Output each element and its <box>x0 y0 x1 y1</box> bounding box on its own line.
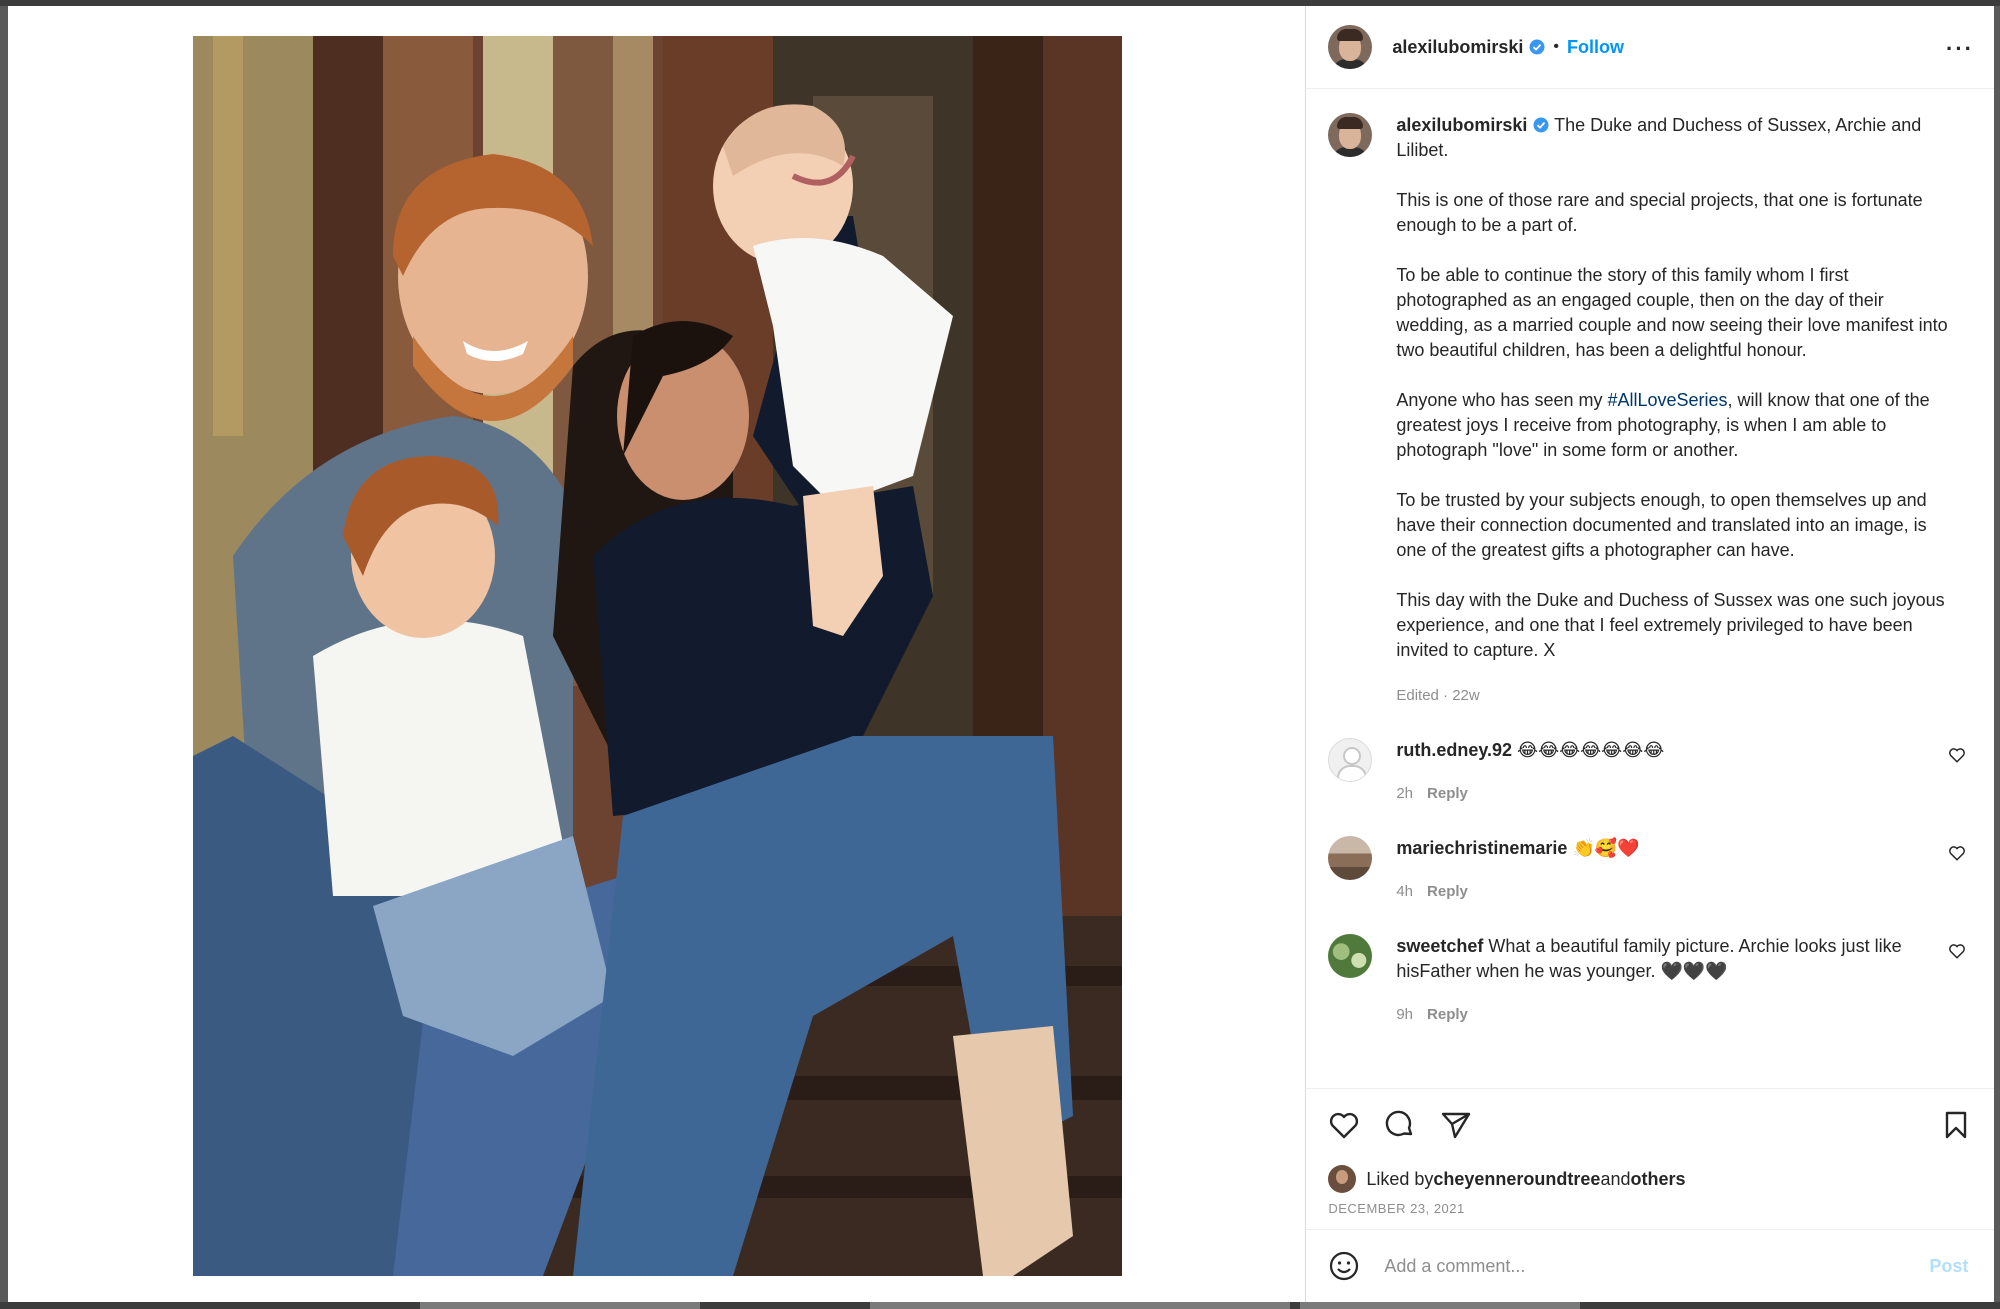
likes-and: and <box>1600 1168 1631 1189</box>
backdrop-thumbnail <box>420 1302 700 1309</box>
post-date: DECEMBER 23, 2021 <box>1328 1201 1465 1216</box>
post-photo[interactable] <box>193 36 1122 1276</box>
comment-time: 2h <box>1396 785 1414 802</box>
verified-badge-icon <box>1529 39 1545 55</box>
caption-paragraph: Anyone who has seen my #AllLoveSeries, w… <box>1396 388 1956 463</box>
likes-summary: Liked by cheyenneroundtree and others <box>1306 1161 1994 1193</box>
comment-body: sweetchef What a beautiful family pictur… <box>1396 934 1936 1027</box>
commenter-avatar[interactable] <box>1328 738 1373 782</box>
comment-username[interactable]: ruth.edney.92 <box>1396 740 1512 760</box>
separator-dot: • <box>1553 38 1560 55</box>
backdrop-thumbnail <box>870 1302 1290 1309</box>
post-header: alexilubomirski • Follow ··· <box>1306 6 1994 89</box>
comment-time: 9h <box>1396 1006 1414 1023</box>
post-modal: alexilubomirski • Follow ··· alexilubomi… <box>8 6 1995 1302</box>
comment-item: ruth.edney.92 😂😂😂😂😂😂😂 2h Reply <box>1328 738 1972 806</box>
author-username[interactable]: alexilubomirski <box>1392 37 1523 58</box>
comment-input[interactable] <box>1382 1254 1907 1278</box>
media-pane <box>8 6 1306 1302</box>
comment-like-heart-icon[interactable] <box>1948 844 1966 862</box>
comment-body: ruth.edney.92 😂😂😂😂😂😂😂 2h Reply <box>1396 738 1936 806</box>
comment-item: mariechristinemarie 👏🥰❤️ 4h Reply <box>1328 836 1972 904</box>
comment-meta: 4h Reply <box>1396 879 1936 904</box>
comment-item: sweetchef What a beautiful family pictur… <box>1328 934 1972 1027</box>
caption-paragraph: To be trusted by your subjects enough, t… <box>1396 490 1927 560</box>
reply-button[interactable]: Reply <box>1427 785 1468 802</box>
caption-paragraph: This day with the Duke and Duchess of Su… <box>1396 590 1945 660</box>
backdrop-thumbnail <box>1300 1302 1580 1309</box>
caption-text-block: alexilubomirski The Duke and Duchess of … <box>1396 113 1956 708</box>
verified-badge-icon <box>1533 117 1549 133</box>
caption-edited-meta: Edited · 22w <box>1396 687 1480 704</box>
likes-prefix: Liked by <box>1366 1168 1434 1189</box>
add-comment-bar: Post <box>1306 1229 1995 1302</box>
comments-scroll-area[interactable]: alexilubomirski The Duke and Duchess of … <box>1306 89 1994 1088</box>
caption-author-avatar[interactable] <box>1328 113 1373 157</box>
commenter-avatar[interactable] <box>1328 836 1373 880</box>
comment-text: 😂😂😂😂😂😂😂 <box>1512 740 1665 760</box>
reply-button[interactable]: Reply <box>1427 1006 1468 1023</box>
comment-meta: 2h Reply <box>1396 781 1936 806</box>
bookmark-icon[interactable] <box>1940 1109 1972 1141</box>
comment-like-heart-icon[interactable] <box>1948 942 1966 960</box>
post-actions-bar <box>1306 1088 1994 1161</box>
caption-text: Anyone who has seen my <box>1396 390 1608 410</box>
comment-body: mariechristinemarie 👏🥰❤️ 4h Reply <box>1396 836 1936 904</box>
caption-paragraph: This is one of those rare and special pr… <box>1396 190 1923 235</box>
post-sidebar: alexilubomirski • Follow ··· alexilubomi… <box>1305 6 1995 1302</box>
comment-icon[interactable] <box>1384 1109 1416 1141</box>
author-avatar[interactable] <box>1328 25 1373 69</box>
comment-time: 4h <box>1396 883 1414 900</box>
comment-username[interactable]: sweetchef <box>1396 936 1483 956</box>
family-photo-illustration <box>193 36 1122 1276</box>
post-comment-button[interactable]: Post <box>1929 1256 1968 1277</box>
commenter-avatar[interactable] <box>1328 934 1373 978</box>
emoji-icon[interactable] <box>1328 1250 1360 1282</box>
heart-icon[interactable] <box>1328 1109 1360 1141</box>
hashtag-link[interactable]: #AllLoveSeries <box>1607 390 1727 410</box>
caption-username[interactable]: alexilubomirski <box>1396 115 1527 135</box>
paper-plane-icon[interactable] <box>1440 1109 1472 1141</box>
more-options-icon[interactable]: ··· <box>1946 36 1974 62</box>
caption-paragraph: To be able to continue the story of this… <box>1396 265 1948 360</box>
reply-button[interactable]: Reply <box>1427 883 1468 900</box>
liker-username[interactable]: cheyenneroundtree <box>1433 1169 1600 1190</box>
comment-meta: 9h Reply <box>1396 1002 1936 1027</box>
comment-text: 👏🥰❤️ <box>1567 838 1640 858</box>
follow-button[interactable]: Follow <box>1567 37 1624 58</box>
comment-like-heart-icon[interactable] <box>1948 746 1966 764</box>
liker-avatar[interactable] <box>1328 1165 1357 1193</box>
post-caption: alexilubomirski The Duke and Duchess of … <box>1328 113 1972 708</box>
likes-others-link[interactable]: others <box>1630 1169 1685 1190</box>
comment-username[interactable]: mariechristinemarie <box>1396 838 1567 858</box>
